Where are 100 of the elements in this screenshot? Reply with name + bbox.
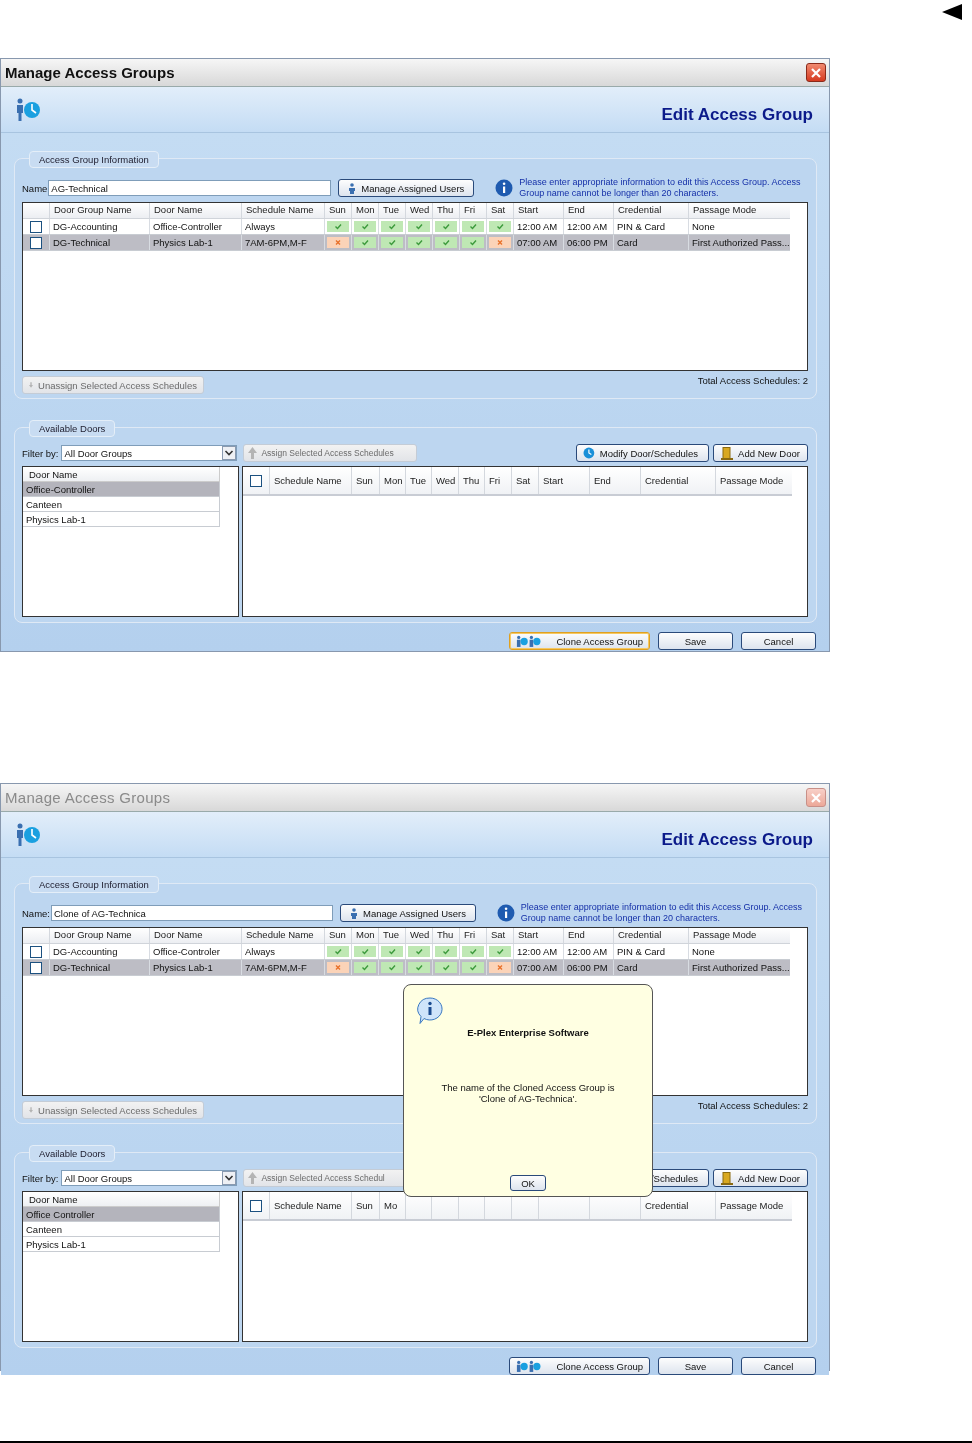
column-header: Passage Mode xyxy=(688,928,790,943)
column-header: Mo xyxy=(379,1192,405,1219)
column-header: Wed xyxy=(405,928,432,943)
table-cell: Physics Lab-1 xyxy=(149,960,241,975)
column-header: Credential xyxy=(613,203,688,218)
manage-users-button[interactable]: Manage Assigned Users xyxy=(340,904,476,922)
filter-label: Filter by: xyxy=(22,447,59,459)
column-header: Thu xyxy=(432,203,459,218)
table-cell: 06:00 PM xyxy=(563,960,613,975)
column-header: Fri xyxy=(484,467,511,494)
door-item[interactable]: Canteen xyxy=(23,497,220,512)
column-header: Fri xyxy=(459,928,486,943)
table-cell: Physics Lab-1 xyxy=(149,235,241,250)
manage-users-button[interactable]: Manage Assigned Users xyxy=(338,179,475,197)
name-field[interactable]: AG-Technical xyxy=(48,180,332,196)
row-checkbox[interactable] xyxy=(30,220,42,233)
table-cell: First Authorized Pass... xyxy=(688,960,790,975)
column-header: Passage Mode xyxy=(715,1192,792,1219)
person-icon xyxy=(348,182,357,194)
column-header: Mon xyxy=(351,203,378,218)
table-cell: DG-Technical xyxy=(49,235,149,250)
window-title: Manage Access Groups xyxy=(5,64,175,81)
column-header: Tue xyxy=(378,928,405,943)
close-icon xyxy=(811,67,821,78)
row-checkbox[interactable] xyxy=(30,961,42,974)
table-cell: DG-Accounting xyxy=(49,219,149,234)
door-item[interactable]: Canteen xyxy=(23,1222,220,1237)
up-arrow-icon xyxy=(248,447,258,459)
info-text: Please enter appropriate information to edit this Access Group. Access Group name cannot be longer than 20 characters. xyxy=(520,902,803,924)
add-door-button[interactable]: Add New Door xyxy=(713,444,808,462)
column-header: Wed xyxy=(431,467,458,494)
table-row[interactable]: DG-Accounting Office-Controller Always 12:00 AM 12:00 AM PIN & Card None xyxy=(23,219,790,235)
total-count: Total Access Schedules: 2 xyxy=(697,375,808,386)
cancel-button[interactable]: Cancel xyxy=(741,632,816,650)
column-header: Tue xyxy=(405,467,431,494)
table-cell: 7AM-6PM,M-F xyxy=(241,235,324,250)
column-header: Door Group Name xyxy=(49,203,149,218)
close-icon xyxy=(811,792,821,803)
table-cell: 12:00 AM xyxy=(513,944,563,959)
column-header: Door Name xyxy=(149,928,241,943)
save-button[interactable]: Save xyxy=(658,632,733,650)
column-header: Thu xyxy=(432,928,459,943)
table-row[interactable]: DG-Technical Physics Lab-1 7AM-6PM,M-F 07:00 AM 06:00 PM Card First Authorized Pass... xyxy=(23,235,790,251)
door-item[interactable]: Physics Lab-1 xyxy=(23,1237,220,1252)
info-icon xyxy=(417,997,443,1025)
close-button[interactable] xyxy=(806,63,826,82)
cancel-button[interactable]: Cancel xyxy=(741,1357,816,1375)
column-header: Sun xyxy=(324,203,351,218)
page-heading: Edit Access Group xyxy=(661,829,813,850)
table-cell: Office-Controller xyxy=(149,219,241,234)
column-header: Door Group Name xyxy=(49,928,149,943)
table-cell: PIN & Card xyxy=(613,219,688,234)
save-button[interactable]: Save xyxy=(658,1357,733,1375)
table-cell: None xyxy=(688,219,790,234)
column-header: Sun xyxy=(351,467,379,494)
info-icon xyxy=(495,179,514,197)
name-field[interactable]: Clone of AG-Technica xyxy=(51,905,334,921)
header-checkbox[interactable] xyxy=(250,1199,262,1212)
column-header: Passage Mode xyxy=(688,203,790,218)
table-cell: 7AM-6PM,M-F xyxy=(241,960,324,975)
table-cell: None xyxy=(688,944,790,959)
clone-button[interactable]: Clone Access Group xyxy=(509,1357,650,1375)
table-cell: 12:00 AM xyxy=(513,219,563,234)
name-label: Name xyxy=(22,182,48,194)
table-cell: Card xyxy=(613,235,688,250)
clone-button[interactable]: Clone Access Group xyxy=(509,632,650,650)
header-checkbox[interactable] xyxy=(250,474,262,487)
column-header: Sat xyxy=(486,203,513,218)
column-header: Passage Mode xyxy=(715,467,792,494)
group-legend: Access Group Information xyxy=(29,876,159,893)
ok-button[interactable]: OK xyxy=(510,1175,546,1191)
row-checkbox[interactable] xyxy=(30,236,42,249)
door-icon xyxy=(721,1171,734,1185)
person-icon xyxy=(350,907,359,919)
filter-label: Filter by: xyxy=(22,1172,59,1184)
table-row[interactable]: DG-Technical Physics Lab-1 7AM-6PM,M-F 07:00 AM 06:00 PM Card First Authorized Pass... xyxy=(23,960,790,976)
add-door-button[interactable]: Add New Door xyxy=(713,1169,808,1187)
table-cell: PIN & Card xyxy=(613,944,688,959)
people-clock-icon xyxy=(516,1359,542,1373)
table-cell: 07:00 AM xyxy=(513,235,563,250)
column-header: End xyxy=(563,203,613,218)
door-item[interactable]: Office-Controller xyxy=(23,482,220,497)
group-legend: Available Doors xyxy=(29,1145,116,1162)
door-item[interactable]: Physics Lab-1 xyxy=(23,512,220,527)
info-icon xyxy=(496,904,515,922)
column-header: Start xyxy=(513,928,563,943)
group-legend: Access Group Information xyxy=(29,151,159,168)
column-header: Credential xyxy=(613,928,688,943)
table-row[interactable]: DG-Accounting Office-Controler Always 12:00 AM 12:00 AM PIN & Card None xyxy=(23,944,790,960)
row-checkbox[interactable] xyxy=(30,945,42,958)
person-clock-icon xyxy=(15,821,41,848)
modify-schedules-button[interactable]: Modify Door/Schedules xyxy=(576,444,709,462)
column-header: End xyxy=(563,928,613,943)
dialog-title: E-Plex Enterprise Software xyxy=(467,1027,589,1038)
door-item[interactable]: Office Controller xyxy=(23,1207,220,1222)
column-header: Mon xyxy=(351,928,378,943)
filter-dropdown[interactable]: All Door Groups xyxy=(61,445,238,461)
total-count: Total Access Schedules: 2 xyxy=(697,1100,808,1111)
filter-dropdown[interactable]: All Door Groups xyxy=(61,1170,238,1186)
table-cell: DG-Accounting xyxy=(49,944,149,959)
